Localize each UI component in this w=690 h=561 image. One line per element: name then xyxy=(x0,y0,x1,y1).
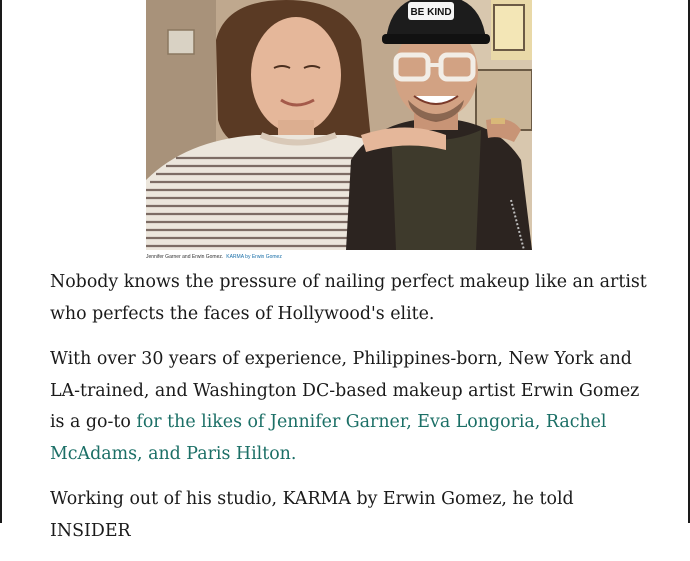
article-photo: BE KIND xyxy=(146,0,532,250)
photo-caption: Jennifer Garner and Erwin Gomez. KARMA by… xyxy=(146,254,282,260)
paragraph-3: Working out of his studio, KARMA by Erwi… xyxy=(50,489,574,541)
page-border-left xyxy=(0,0,2,523)
photo-illustration: BE KIND xyxy=(146,0,532,250)
paragraph-2: With over 30 years of experience, Philip… xyxy=(50,344,650,470)
paragraph-1: Nobody knows the pressure of nailing per… xyxy=(50,272,647,324)
caption-text: Jennifer Garner and Erwin Gomez. xyxy=(146,254,224,260)
photo-credit-link[interactable]: KARMA by Erwin Gomez xyxy=(226,254,282,260)
article-body: Nobody knows the pressure of nailing per… xyxy=(50,267,650,561)
hat-text: BE KIND xyxy=(410,7,451,18)
